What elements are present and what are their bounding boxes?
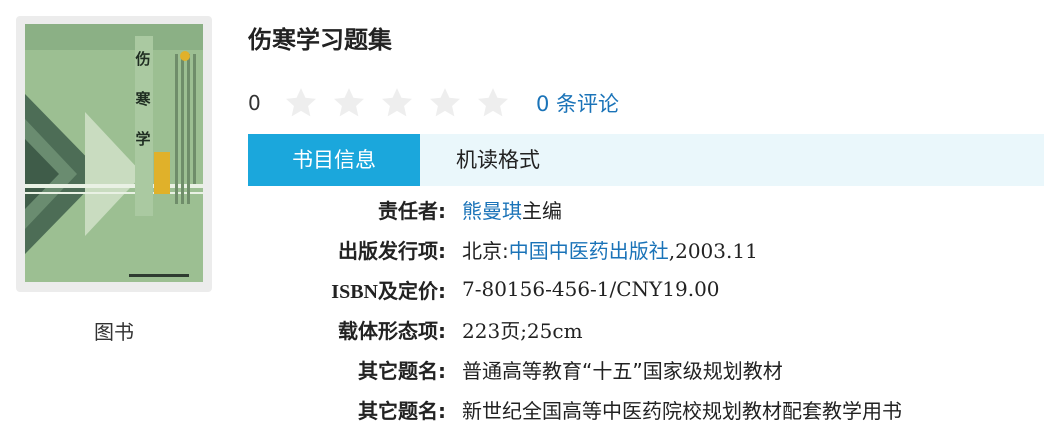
- physical-pages: 223: [462, 318, 501, 343]
- star-icon[interactable]: [330, 86, 368, 120]
- cover-title-char-2: 寒: [135, 90, 151, 108]
- book-title: 伤寒学习题集: [248, 26, 392, 54]
- info-row-other-title: 其它题名: 新世纪全国高等中医药院校规划教材配套教学用书: [248, 389, 902, 429]
- info-label: 出版发行项:: [338, 238, 446, 263]
- publication-date: ,2003.11: [668, 238, 758, 263]
- info-row-physical: 载体形态项: 223页;25cm: [248, 309, 902, 349]
- info-value: 熊曼琪主编: [446, 195, 562, 224]
- isbn-label-prefix: ISBN: [331, 280, 378, 303]
- book-cover-image[interactable]: 伤 寒 学: [25, 24, 203, 282]
- publication-place: 北京:: [462, 238, 509, 263]
- physical-pages-unit: 页: [500, 318, 521, 343]
- info-label: 其它题名:: [358, 398, 446, 423]
- star-icon[interactable]: [426, 86, 464, 120]
- rating-score: 0: [248, 91, 261, 115]
- book-type-label: 图书: [94, 320, 134, 344]
- info-tabs: 书目信息 机读格式: [248, 134, 1044, 186]
- info-value: 223页;25cm: [446, 315, 583, 344]
- isbn-label-rest: 及定价:: [378, 278, 446, 303]
- info-label: ISBN及定价:: [248, 275, 446, 304]
- cover-art: 伤 寒 学: [25, 24, 203, 282]
- info-label: 其它题名:: [358, 358, 446, 383]
- star-icon[interactable]: [474, 86, 512, 120]
- catalog-info-list: 责任者: 熊曼琪主编 出版发行项: 北京:中国中医药出版社,2003.11 IS…: [248, 189, 902, 429]
- review-count-link[interactable]: 0 条评论: [536, 88, 619, 118]
- cover-title-char-1: 伤: [134, 50, 150, 68]
- info-value: 北京:中国中医药出版社,2003.11: [446, 235, 758, 264]
- info-row-other-title: 其它题名: 普通高等教育“十五”国家级规划教材: [248, 349, 902, 389]
- tab-catalog-info[interactable]: 书目信息: [248, 134, 420, 186]
- other-title-value: 普通高等教育“十五”国家级规划教材: [462, 358, 783, 383]
- isbn-value: 7-80156-456-1/CNY19.00: [462, 277, 720, 301]
- info-row-publication: 出版发行项: 北京:中国中医药出版社,2003.11: [248, 229, 902, 269]
- rating-stars[interactable]: [282, 86, 512, 120]
- rating-row: 0 0 条评论: [248, 86, 619, 120]
- star-icon[interactable]: [282, 86, 320, 120]
- other-title-value: 新世纪全国高等中医药院校规划教材配套教学用书: [462, 398, 902, 423]
- info-row-isbn: ISBN及定价: 7-80156-456-1/CNY19.00: [248, 269, 902, 309]
- author-role: 主编: [522, 198, 562, 223]
- info-row-author: 责任者: 熊曼琪主编: [248, 189, 902, 229]
- tab-marc-format[interactable]: 机读格式: [420, 134, 540, 186]
- cover-title-char-3: 学: [135, 130, 150, 148]
- info-label: 责任者:: [378, 198, 446, 223]
- info-label: 载体形态项:: [338, 318, 446, 343]
- star-icon[interactable]: [378, 86, 416, 120]
- publisher-link[interactable]: 中国中医药出版社: [509, 239, 669, 263]
- physical-size: ;25cm: [520, 318, 583, 343]
- author-link[interactable]: 熊曼琪: [462, 199, 522, 223]
